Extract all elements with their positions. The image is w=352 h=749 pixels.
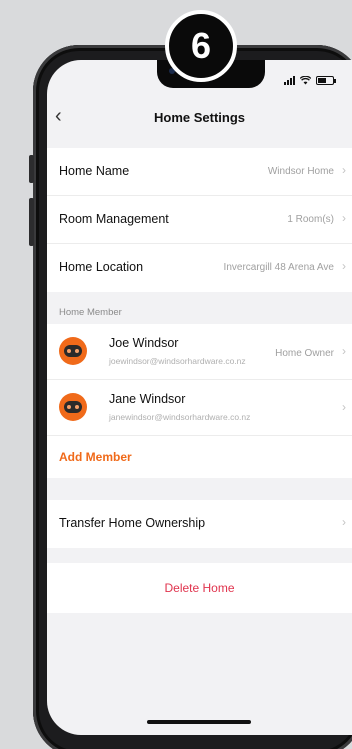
chevron-right-icon: › bbox=[342, 211, 346, 225]
row-value: 1 Room(s) bbox=[287, 214, 334, 225]
home-name-row[interactable]: Home Name Windsor Home › bbox=[47, 148, 352, 196]
chevron-right-icon: › bbox=[342, 400, 346, 414]
wifi-icon bbox=[300, 76, 311, 85]
transfer-group: Transfer Home Ownership › bbox=[47, 500, 352, 548]
chevron-right-icon: › bbox=[342, 259, 346, 273]
robot-face-icon bbox=[64, 401, 82, 413]
member-email: janewindsor@windsorhardware.co.nz bbox=[109, 412, 251, 422]
member-name: Joe Windsor bbox=[109, 336, 179, 350]
member-email: joewindsor@windsorhardware.co.nz bbox=[109, 356, 246, 366]
row-label: Transfer Home Ownership bbox=[59, 516, 206, 530]
home-members-group: Joe Windsor joewindsor@windsorhardware.c… bbox=[47, 324, 352, 478]
home-indicator bbox=[147, 720, 251, 724]
nav-bar: ‹ Home Settings bbox=[47, 104, 352, 132]
avatar bbox=[59, 337, 87, 365]
chevron-right-icon: › bbox=[342, 515, 346, 529]
row-value: Invercargill 48 Arena Ave bbox=[223, 262, 334, 273]
row-label: Home Name bbox=[59, 164, 130, 178]
transfer-ownership-row[interactable]: Transfer Home Ownership › bbox=[47, 500, 352, 548]
chevron-right-icon: › bbox=[342, 163, 346, 177]
member-name: Jane Windsor bbox=[109, 392, 186, 406]
home-settings-group: Home Name Windsor Home › Room Management… bbox=[47, 148, 352, 292]
row-value: Windsor Home bbox=[267, 166, 334, 177]
status-bar bbox=[284, 76, 336, 85]
delete-home-button[interactable]: Delete Home bbox=[47, 563, 352, 613]
side-button bbox=[29, 155, 34, 183]
chevron-right-icon: › bbox=[342, 344, 346, 358]
step-number-badge: 6 bbox=[165, 10, 237, 82]
row-label: Home Location bbox=[59, 260, 144, 274]
room-management-row[interactable]: Room Management 1 Room(s) › bbox=[47, 196, 352, 244]
add-member-label: Add Member bbox=[59, 450, 132, 464]
member-role: Home Owner bbox=[275, 348, 334, 359]
delete-home-label: Delete Home bbox=[164, 581, 235, 595]
member-row[interactable]: Joe Windsor joewindsor@windsorhardware.c… bbox=[47, 324, 352, 380]
page-title: Home Settings bbox=[153, 110, 245, 125]
robot-face-icon bbox=[64, 345, 82, 357]
signal-icon bbox=[284, 76, 295, 85]
row-label: Room Management bbox=[59, 212, 169, 226]
side-button bbox=[29, 198, 34, 246]
section-label-home-member: Home Member bbox=[59, 307, 122, 318]
home-location-row[interactable]: Home Location Invercargill 48 Arena Ave … bbox=[47, 244, 352, 292]
avatar bbox=[59, 393, 87, 421]
add-member-button[interactable]: Add Member bbox=[47, 436, 352, 478]
member-row[interactable]: Jane Windsor janewindsor@windsorhardware… bbox=[47, 380, 352, 436]
app-screen: ‹ Home Settings Home Name Windsor Home ›… bbox=[47, 60, 352, 735]
battery-icon bbox=[316, 76, 336, 85]
